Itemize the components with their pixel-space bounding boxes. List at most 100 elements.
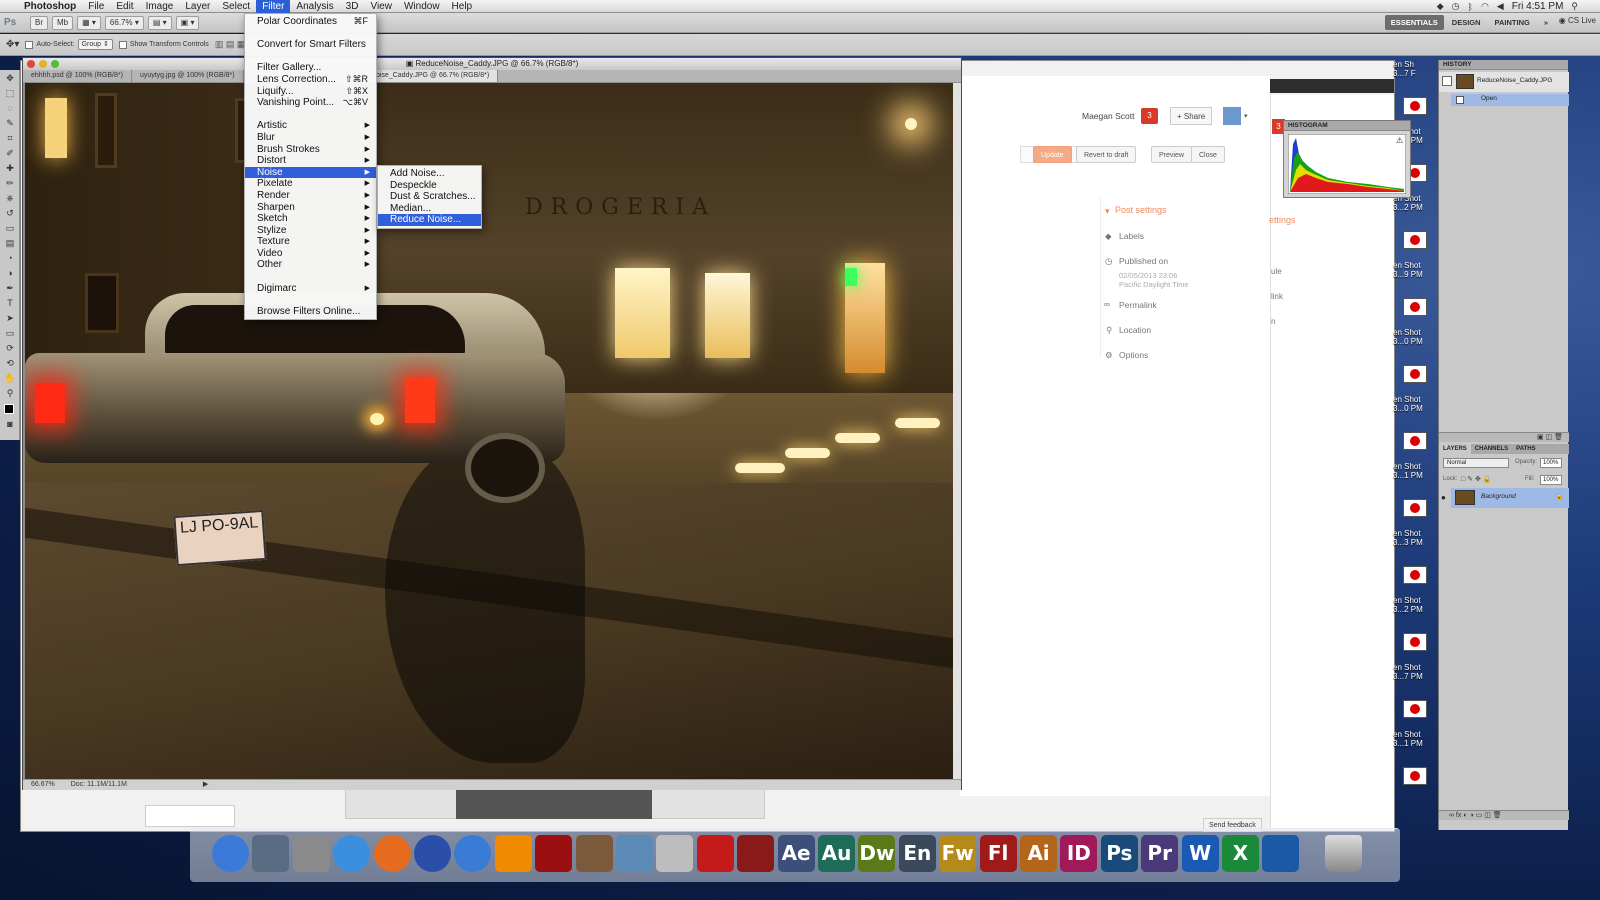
spotlight-icon[interactable]: ⚲ xyxy=(1571,1,1578,12)
permalink-setting[interactable]: Permalink xyxy=(1119,300,1157,310)
layer-row-background[interactable]: ● Background 🔒 xyxy=(1441,488,1569,508)
arrange-documents-button[interactable]: ▤ ▾ xyxy=(147,15,172,30)
pen-tool-icon[interactable]: ✒ xyxy=(3,282,17,295)
options-setting[interactable]: Options xyxy=(1119,350,1148,360)
menu-edit[interactable]: Edit xyxy=(110,0,139,13)
acrobat-icon[interactable] xyxy=(696,835,734,872)
wifi-icon[interactable]: ◠ xyxy=(1481,1,1489,12)
brush-tool-icon[interactable]: ✏ xyxy=(3,177,17,190)
screenshot-thumbnail[interactable] xyxy=(1403,566,1427,584)
menu-item-noise[interactable]: Noise ▶ xyxy=(245,166,376,179)
menu-item-despeckle[interactable]: Despeckle xyxy=(378,180,481,192)
dropbox-icon[interactable]: ◆ xyxy=(1437,1,1444,12)
workspace-essentials[interactable]: ESSENTIALS xyxy=(1384,15,1444,30)
zoom-tool-icon[interactable]: ⚲ xyxy=(3,387,17,400)
apple-icon[interactable] xyxy=(0,0,18,13)
clone-stamp-tool-icon[interactable]: ⎈ xyxy=(3,192,17,205)
foreground-color-swatch[interactable] xyxy=(4,404,14,414)
image-canvas[interactable]: DROGERIA LJ PO-9AL xyxy=(25,83,953,779)
3d-rotate-tool-icon[interactable]: ⟳ xyxy=(3,342,17,355)
close-window-button[interactable] xyxy=(27,60,35,68)
menu-item-stylize[interactable]: Stylize ▶ xyxy=(245,225,376,237)
menu-image[interactable]: Image xyxy=(140,0,180,13)
gradient-tool-icon[interactable]: ▤ xyxy=(3,237,17,250)
menu-item-filter-gallery[interactable]: Filter Gallery... xyxy=(245,62,376,74)
menu-item-sketch[interactable]: Sketch ▶ xyxy=(245,213,376,225)
cs-live-button[interactable]: ◉ CS Live xyxy=(1559,16,1596,25)
status-doc-size[interactable]: Doc: 11.1M/11.1M xyxy=(71,780,127,790)
photoshop-icon[interactable]: Ps xyxy=(1100,835,1138,872)
opacity-input[interactable]: 100% xyxy=(1540,458,1562,468)
preview-button[interactable]: Preview xyxy=(1151,146,1192,163)
menu-item-render[interactable]: Render ▶ xyxy=(245,190,376,202)
lasso-tool-icon[interactable]: ◌ xyxy=(3,102,17,115)
trash-icon[interactable] xyxy=(1325,835,1362,872)
time-machine-icon[interactable]: ◷ xyxy=(1452,1,1460,12)
screenshot-thumbnail[interactable] xyxy=(1403,767,1427,785)
safari-icon[interactable] xyxy=(333,835,371,872)
screenshot-thumbnail[interactable] xyxy=(1403,365,1427,383)
blur-tool-icon[interactable]: ◔ xyxy=(3,252,17,265)
published-on-setting[interactable]: Published on xyxy=(1119,256,1168,266)
document-tab[interactable]: uyuytyg.jpg @ 100% (RGB/8*) xyxy=(132,70,244,82)
avatar-chevron-down-icon[interactable]: ▾ xyxy=(1244,112,1248,120)
audacity-icon[interactable] xyxy=(414,835,451,872)
history-snapshot[interactable]: ReduceNoise_Caddy.JPG xyxy=(1439,72,1569,92)
iphoto-icon[interactable] xyxy=(575,835,613,872)
notification-badge[interactable]: 3 xyxy=(1141,108,1158,124)
menu-analysis[interactable]: Analysis xyxy=(290,0,339,13)
word-icon[interactable]: W xyxy=(1181,835,1219,872)
encore-icon[interactable]: En xyxy=(898,835,936,872)
screenshot-thumbnail[interactable] xyxy=(1403,231,1427,249)
menu-item-digimarc[interactable]: Digimarc ▶ xyxy=(245,283,376,295)
screenshot-label[interactable]: en Shot3...1 PM xyxy=(1393,462,1439,480)
vertical-scrollbar[interactable] xyxy=(953,83,961,779)
layers-footer-icons[interactable]: ∞ fx ◐ ◑ ▭ ◫ 🗑 xyxy=(1439,810,1569,820)
document-tab[interactable]: ehhhh.psd @ 100% (RGB/8*) xyxy=(23,70,132,82)
quick-select-tool-icon[interactable]: ✎ xyxy=(3,117,17,130)
quick-mask-icon[interactable]: ◙ xyxy=(3,418,17,431)
menu-item-video[interactable]: Video ▶ xyxy=(245,248,376,260)
menu-item-distort[interactable]: Distort ▶ xyxy=(245,155,376,167)
lock-icons[interactable]: □ ✎ ✥ 🔒 xyxy=(1461,475,1492,483)
firefox-icon[interactable] xyxy=(373,835,411,872)
screenshot-label[interactable]: en Shot 3...0 PM xyxy=(1393,328,1439,346)
menu-item-reduce-noise[interactable]: Reduce Noise... xyxy=(378,214,481,226)
path-select-tool-icon[interactable]: ➤ xyxy=(3,312,17,325)
screenshot-thumbnail[interactable] xyxy=(1403,633,1427,651)
close-button[interactable]: Close xyxy=(1191,146,1225,163)
menu-item-sharpen[interactable]: Sharpen ▶ xyxy=(245,202,376,214)
tab-channels[interactable]: CHANNELS xyxy=(1471,444,1512,454)
after-effects-icon[interactable]: Ae xyxy=(777,835,815,872)
eyedropper-tool-icon[interactable]: ✐ xyxy=(3,147,17,160)
tool-preset-picker[interactable]: ✥▾ xyxy=(6,39,19,50)
screen-mode-button[interactable]: ▣ ▾ xyxy=(175,15,200,30)
dodge-tool-icon[interactable]: ◑ xyxy=(3,267,17,280)
screenshot-label[interactable]: en Sh 3...7 F xyxy=(1393,60,1439,78)
fireworks-icon[interactable]: Fw xyxy=(939,835,977,872)
menu-layer[interactable]: Layer xyxy=(179,0,216,13)
premiere-icon[interactable]: Pr xyxy=(1141,835,1179,872)
auto-select-checkbox[interactable] xyxy=(25,40,34,49)
workspace-more[interactable]: » xyxy=(1538,15,1554,30)
marquee-tool-icon[interactable]: ⬚ xyxy=(3,87,17,100)
histogram-panel[interactable]: HISTOGRAM ⚠ xyxy=(1283,120,1411,198)
menu-item-lens-correction[interactable]: Lens Correction... ⇧⌘R xyxy=(245,74,376,86)
view-extras-button[interactable]: ▦ ▾ xyxy=(77,15,101,30)
menu-item-median[interactable]: Median... xyxy=(378,203,481,215)
menu-item-liquify[interactable]: Liquify... ⇧⌘X xyxy=(245,86,376,98)
account-name[interactable]: Maegan Scott xyxy=(1082,111,1134,121)
menu-item-polar-coordinates[interactable]: Polar Coordinates ⌘F xyxy=(245,16,376,28)
home-icon[interactable] xyxy=(1262,835,1300,872)
location-setting[interactable]: Location xyxy=(1119,325,1151,335)
status-arrow-icon[interactable]: ▶ xyxy=(203,780,208,790)
menu-3d[interactable]: 3D xyxy=(340,0,365,13)
menu-item-texture[interactable]: Texture ▶ xyxy=(245,236,376,248)
labels-setting[interactable]: Labels xyxy=(1119,231,1144,241)
menu-help[interactable]: Help xyxy=(446,0,479,13)
dvd-player-icon[interactable] xyxy=(656,835,694,872)
post-settings-heading[interactable]: Post settings xyxy=(1115,205,1167,215)
menu-file[interactable]: File xyxy=(82,0,110,13)
menu-item-pixelate[interactable]: Pixelate ▶ xyxy=(245,178,376,190)
system-preferences-icon[interactable] xyxy=(292,835,330,872)
